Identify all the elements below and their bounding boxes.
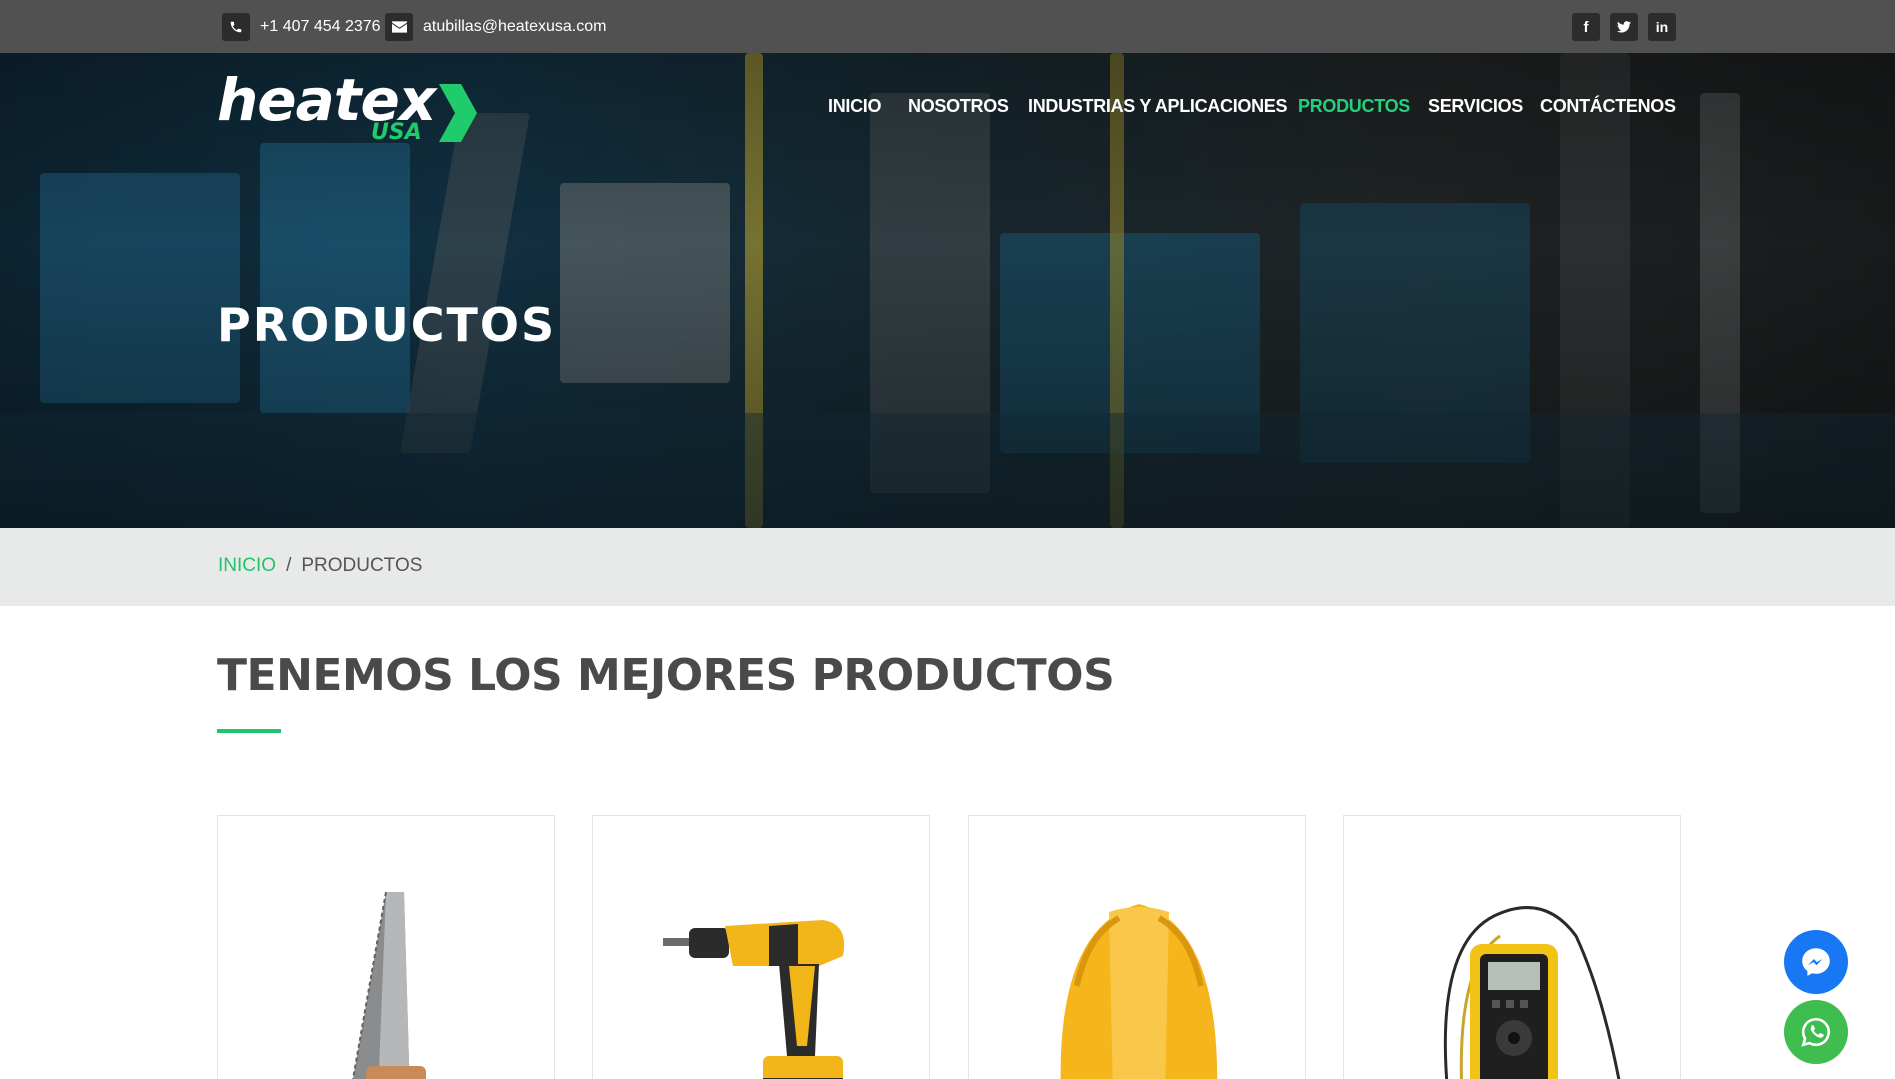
cordless-drill-image — [663, 920, 845, 1079]
nav-contactenos[interactable]: CONTÁCTENOS — [1540, 96, 1676, 117]
product-card-drill[interactable] — [592, 815, 930, 1079]
logo-usa: USA — [371, 120, 422, 145]
breadcrumb-home-link[interactable]: INICIO — [218, 555, 276, 577]
section-underline — [217, 729, 281, 733]
email-address: atubillas@heatexusa.com — [423, 18, 607, 35]
envelope-icon — [385, 13, 413, 41]
email-contact[interactable]: atubillas@heatexusa.com — [385, 13, 606, 41]
messenger-chat-button[interactable] — [1784, 930, 1848, 994]
whatsapp-icon — [1801, 1017, 1830, 1047]
product-card-hardhat[interactable] — [968, 815, 1306, 1079]
twitter-icon[interactable] — [1610, 13, 1638, 41]
facebook-icon[interactable]: f — [1572, 13, 1600, 41]
nav-productos[interactable]: PRODUCTOS — [1298, 96, 1410, 117]
phone-icon — [222, 13, 250, 41]
section-title: TENEMOS LOS MEJORES PRODUCTOS — [217, 650, 1115, 701]
nav-inicio[interactable]: INICIO — [828, 96, 882, 117]
phone-number: +1 407 454 2376 — [260, 18, 381, 35]
hand-saw-image — [351, 891, 426, 1079]
page-title: PRODUCTOS — [217, 298, 557, 352]
page: +1 407 454 2376 atubillas@heatexusa.com … — [0, 0, 1895, 1079]
breadcrumb-current: PRODUCTOS — [301, 555, 423, 576]
product-card-multimeter[interactable] — [1343, 815, 1681, 1079]
phone-contact[interactable]: +1 407 454 2376 — [222, 13, 381, 41]
whatsapp-chat-button[interactable] — [1784, 1000, 1848, 1064]
nav-servicios[interactable]: SERVICIOS — [1428, 96, 1523, 117]
multimeter-image — [1443, 906, 1621, 1079]
product-card-saw[interactable] — [217, 815, 555, 1079]
nav-industrias[interactable]: INDUSTRIAS Y APLICACIONES — [1028, 96, 1288, 117]
breadcrumb-separator: / — [286, 555, 292, 576]
top-bar: +1 407 454 2376 atubillas@heatexusa.com … — [0, 0, 1895, 53]
logo-chevron-icon — [439, 84, 477, 142]
breadcrumb: INICIO / PRODUCTOS — [0, 528, 1895, 606]
linkedin-icon[interactable]: in — [1648, 13, 1676, 41]
hard-hat-image — [1060, 904, 1218, 1079]
messenger-icon — [1802, 948, 1830, 976]
heatex-logo[interactable]: heatex USA — [217, 68, 477, 148]
nav-nosotros[interactable]: NOSOTROS — [908, 96, 1009, 117]
